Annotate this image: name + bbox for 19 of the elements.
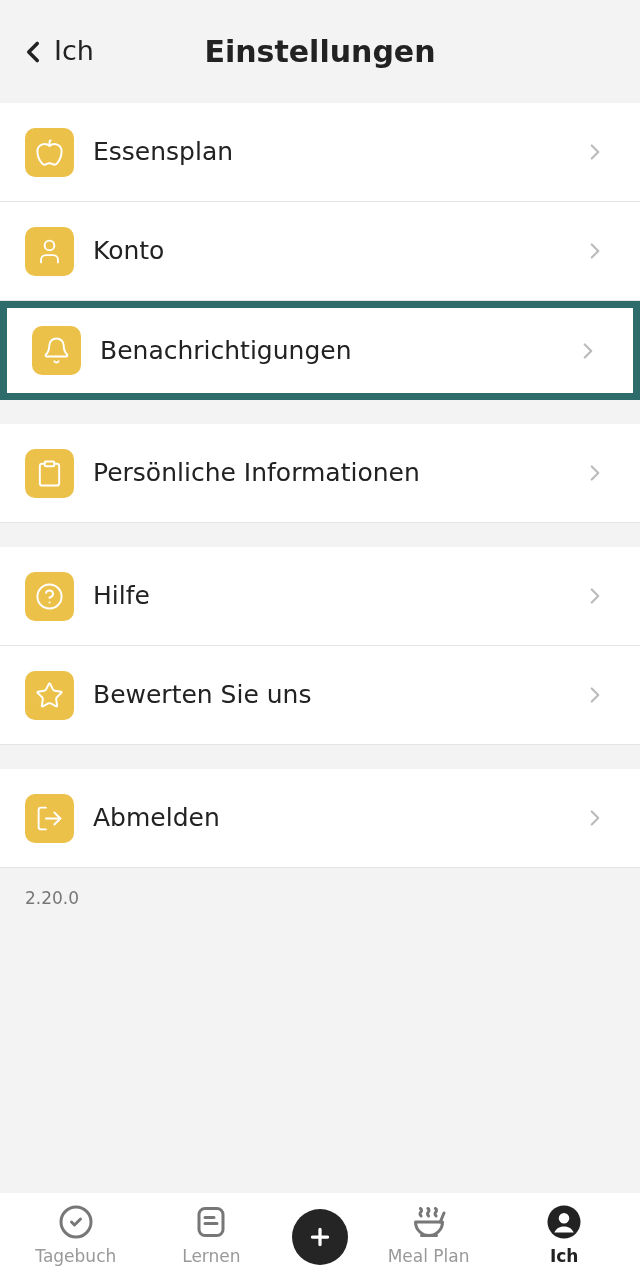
check-circle-icon bbox=[57, 1203, 94, 1240]
settings-row[interactable]: Bewerten Sie uns bbox=[0, 646, 640, 745]
settings-row[interactable]: Hilfe bbox=[0, 547, 640, 646]
logout-icon bbox=[25, 793, 74, 843]
user-icon bbox=[25, 226, 74, 276]
tab-bar-item[interactable]: Ich bbox=[509, 1203, 620, 1270]
bell-icon bbox=[32, 326, 81, 375]
settings-row[interactable]: Essensplan bbox=[0, 103, 640, 202]
settings-row[interactable]: Abmelden bbox=[0, 769, 640, 868]
clipboard-icon bbox=[25, 448, 74, 498]
settings-row[interactable]: Persönliche Informationen bbox=[0, 424, 640, 523]
page-title: Einstellungen bbox=[204, 33, 436, 71]
apple-icon bbox=[25, 127, 74, 177]
settings-row[interactable]: Benachrichtigungen bbox=[0, 301, 640, 400]
help-icon bbox=[25, 571, 74, 621]
profile-icon bbox=[546, 1203, 583, 1240]
version-text: 2.20.0 bbox=[24, 887, 81, 910]
settings-row[interactable]: Konto bbox=[0, 202, 640, 301]
back-button[interactable]: Ich bbox=[16, 31, 94, 72]
